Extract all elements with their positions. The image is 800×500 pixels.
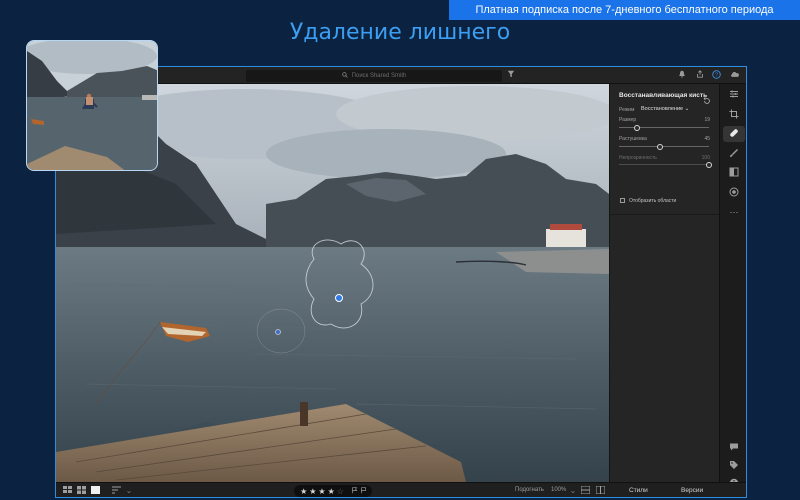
svg-text:?: ? bbox=[715, 72, 718, 78]
zoom-label[interactable]: 100% bbox=[551, 487, 566, 493]
panel-divider bbox=[610, 214, 719, 215]
star-icon[interactable]: ★ bbox=[300, 487, 307, 496]
slider-label-feather: Растушевка bbox=[619, 136, 647, 142]
slider-label-opacity: Непрозрачность bbox=[619, 155, 657, 161]
fit-label[interactable]: Подогнать bbox=[515, 487, 544, 493]
bell-icon[interactable] bbox=[676, 70, 687, 81]
mode-value: Восстановление bbox=[641, 106, 684, 112]
healing-panel: Восстанавливающая кисть Режим Восстановл… bbox=[609, 84, 719, 482]
slider-value-size: 19 bbox=[704, 117, 710, 123]
promo-stage: Платная подписка после 7-дневного беспла… bbox=[0, 0, 800, 500]
slider-value-opacity: 100 bbox=[701, 155, 710, 161]
size-slider[interactable] bbox=[619, 124, 709, 131]
feather-slider[interactable] bbox=[619, 143, 709, 150]
star-icon[interactable]: ☆ bbox=[337, 487, 344, 496]
search-icon bbox=[341, 72, 348, 80]
radial-icon[interactable] bbox=[728, 187, 740, 199]
sliders-icon[interactable] bbox=[728, 89, 740, 101]
mode-label: Режим bbox=[619, 107, 635, 113]
slider-label-size: Размер bbox=[619, 117, 637, 123]
chevron-down-icon: ⌄ bbox=[684, 106, 690, 112]
star-icon[interactable]: ★ bbox=[318, 487, 325, 496]
filter-icon[interactable] bbox=[505, 70, 516, 81]
tool-rail: ⋯ bbox=[719, 84, 746, 488]
comment-icon[interactable] bbox=[728, 442, 740, 454]
app-window: Поиск Shared Smith ? Восстанавливающая к… bbox=[55, 66, 747, 498]
grid-view-icon[interactable] bbox=[62, 486, 72, 496]
chevron-down-icon[interactable]: ⌄ bbox=[568, 486, 578, 496]
share-icon[interactable] bbox=[694, 70, 705, 81]
star-icon[interactable]: ★ bbox=[309, 487, 316, 496]
square-grid-icon[interactable] bbox=[76, 486, 86, 496]
search-placeholder: Поиск Shared Smith bbox=[351, 73, 407, 79]
bottom-bar: ⌄ ★ ★ ★ ★ ☆ Подогнать 100% ⌄ Стили Версии bbox=[56, 482, 746, 497]
split-view-icon[interactable] bbox=[595, 485, 605, 496]
cloud-icon[interactable] bbox=[729, 70, 740, 81]
healing-brush-icon[interactable] bbox=[728, 128, 740, 140]
promo-banner: Платная подписка после 7-дневного беспла… bbox=[449, 0, 800, 20]
tab-versions[interactable]: Версии bbox=[681, 487, 703, 494]
slider-knob[interactable] bbox=[656, 143, 663, 150]
help-icon[interactable]: ? bbox=[711, 70, 722, 81]
compare-icon[interactable] bbox=[580, 485, 590, 496]
tab-styles[interactable]: Стили bbox=[629, 487, 648, 494]
tag-icon[interactable] bbox=[728, 460, 740, 472]
opacity-slider[interactable] bbox=[619, 161, 712, 168]
search-field[interactable]: Поиск Shared Smith bbox=[246, 70, 502, 82]
slider-knob[interactable] bbox=[706, 161, 712, 168]
crop-icon[interactable] bbox=[728, 109, 740, 121]
mode-dropdown[interactable]: Восстановление ⌄ bbox=[641, 106, 689, 112]
slider-knob[interactable] bbox=[634, 124, 640, 131]
show-areas-label: Отобразить области bbox=[629, 198, 677, 204]
slider-value-feather: 45 bbox=[704, 136, 710, 142]
panel-title: Восстанавливающая кисть bbox=[619, 92, 708, 99]
star-rating[interactable]: ★ ★ ★ ★ ☆ bbox=[294, 485, 372, 497]
sort-icon[interactable] bbox=[111, 486, 121, 496]
reject-flag-icon[interactable] bbox=[360, 486, 367, 496]
reset-icon[interactable] bbox=[703, 92, 711, 104]
star-icon[interactable]: ★ bbox=[328, 487, 335, 496]
star-holder: ★ ★ ★ ★ ☆ bbox=[299, 487, 345, 496]
single-view-icon[interactable] bbox=[90, 486, 100, 496]
more-icon[interactable]: ⋯ bbox=[728, 206, 740, 218]
gradient-icon[interactable] bbox=[728, 167, 740, 179]
top-bar: Поиск Shared Smith ? bbox=[56, 67, 746, 84]
before-thumbnail bbox=[26, 40, 158, 171]
brush-icon[interactable] bbox=[728, 148, 740, 160]
show-areas-checkbox[interactable] bbox=[620, 198, 625, 203]
flag-icon[interactable] bbox=[351, 486, 358, 496]
chevron-down-icon[interactable]: ⌄ bbox=[124, 486, 134, 496]
